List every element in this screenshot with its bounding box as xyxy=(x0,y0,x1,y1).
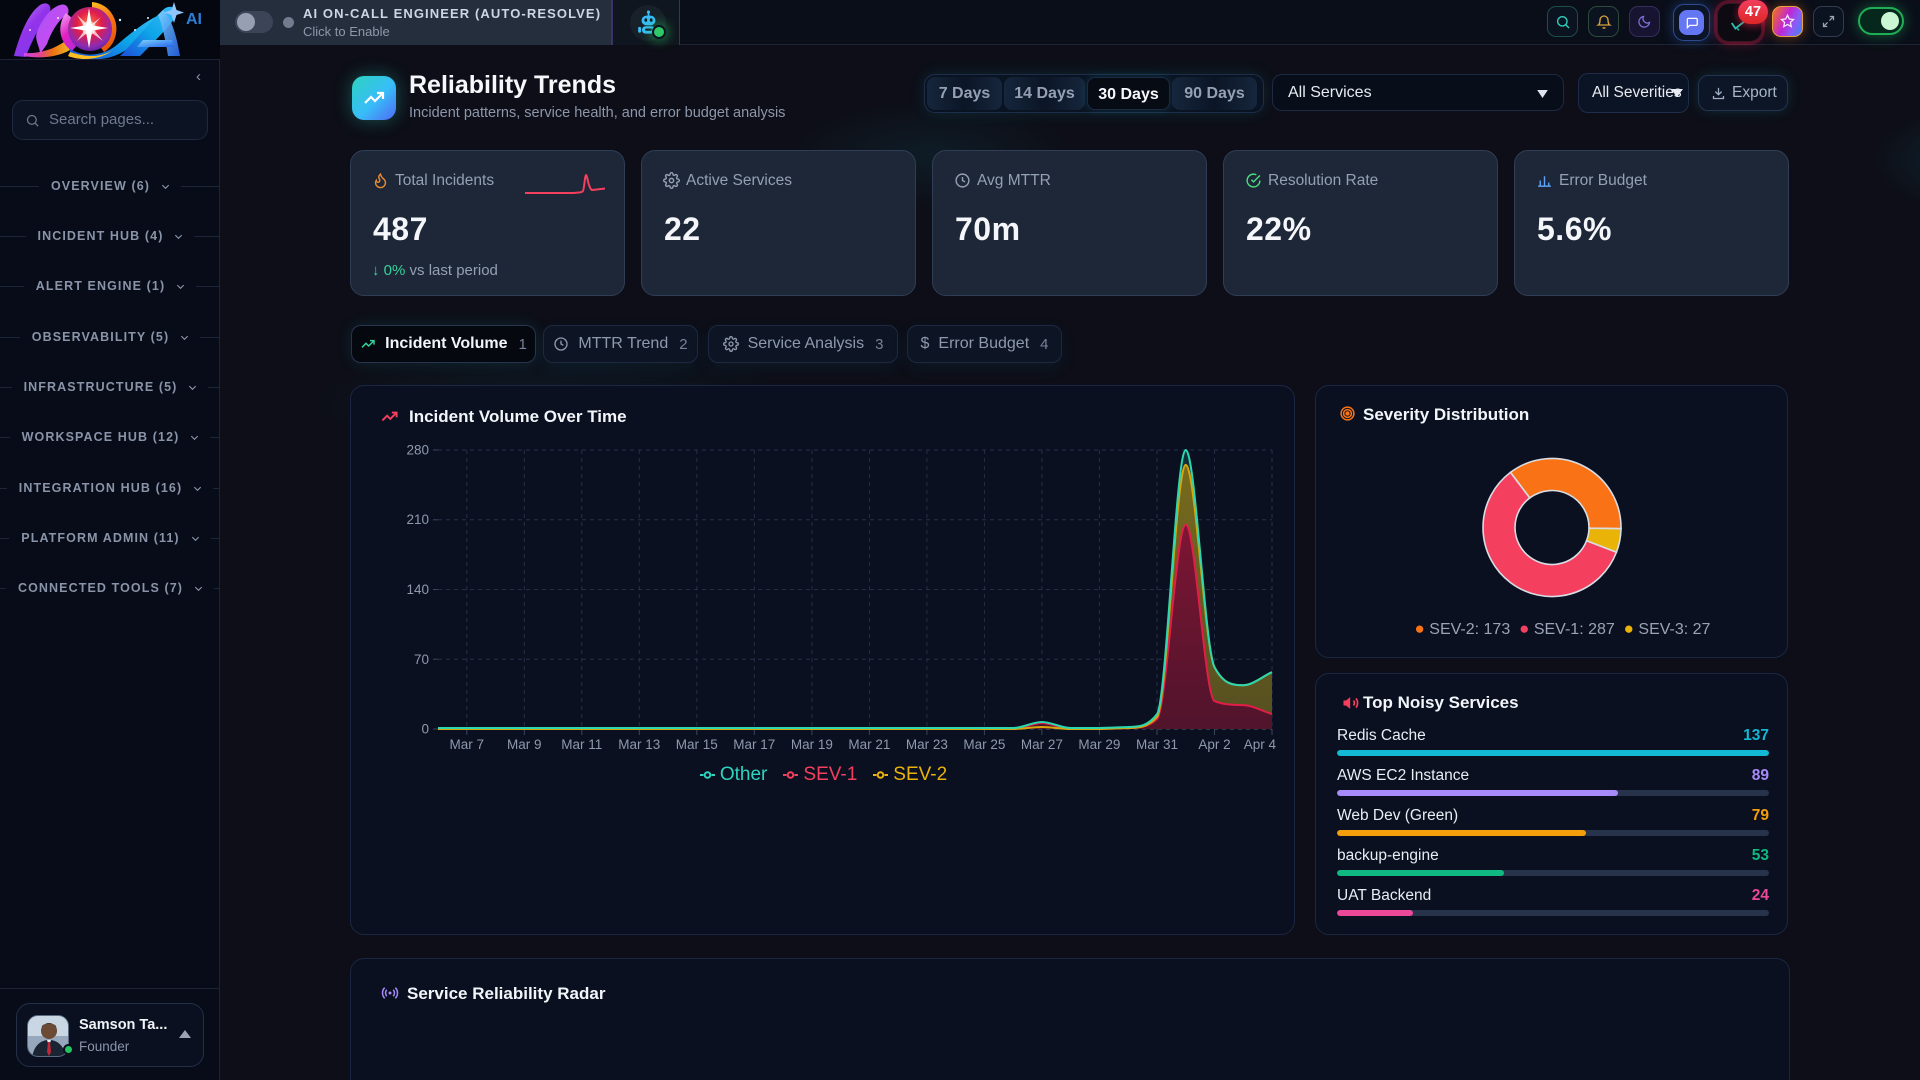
svg-text:Mar 21: Mar 21 xyxy=(848,737,890,752)
svg-text:AI: AI xyxy=(186,11,202,28)
svg-text:70: 70 xyxy=(414,652,429,667)
svg-text:Mar 13: Mar 13 xyxy=(618,737,660,752)
svg-text:280: 280 xyxy=(406,443,429,458)
svg-text:Apr 4: Apr 4 xyxy=(1244,737,1277,752)
svg-text:Mar 15: Mar 15 xyxy=(676,737,718,752)
svg-text:Mar 31: Mar 31 xyxy=(1136,737,1178,752)
svg-text:210: 210 xyxy=(406,512,429,527)
svg-text:Mar 27: Mar 27 xyxy=(1021,737,1063,752)
svg-text:140: 140 xyxy=(406,582,429,597)
svg-text:Apr 2: Apr 2 xyxy=(1198,737,1230,752)
svg-text:Mar 23: Mar 23 xyxy=(906,737,948,752)
svg-text:Mar 25: Mar 25 xyxy=(963,737,1005,752)
svg-text:Mar 9: Mar 9 xyxy=(507,737,542,752)
svg-text:Mar 19: Mar 19 xyxy=(791,737,833,752)
svg-text:Mar 7: Mar 7 xyxy=(450,737,485,752)
svg-text:Mar 11: Mar 11 xyxy=(561,737,602,752)
svg-text:0: 0 xyxy=(421,722,429,737)
svg-text:Mar 17: Mar 17 xyxy=(733,737,775,752)
svg-text:Mar 29: Mar 29 xyxy=(1078,737,1120,752)
